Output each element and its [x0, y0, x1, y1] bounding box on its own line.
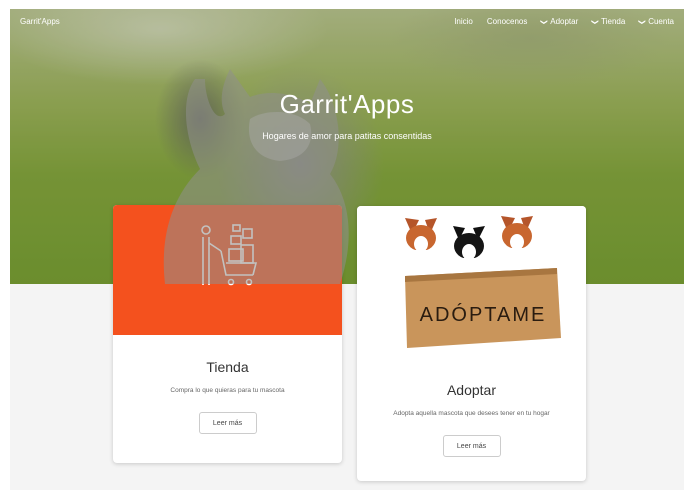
- card-title: Adoptar: [446, 382, 497, 398]
- brand-logo[interactable]: Garrit'Apps: [20, 17, 60, 26]
- nav-label: Inicio: [454, 17, 473, 26]
- chevron-down-icon: ❯: [540, 18, 548, 25]
- card-title: Tienda: [206, 359, 249, 375]
- hero-title: Garrit'Apps: [279, 89, 415, 119]
- nav-label: Adoptar: [550, 17, 579, 26]
- main-nav: Inicio Conocenos ❯ Adoptar ❯ Tienda ❯ Cuent…: [454, 17, 674, 26]
- adoptar-read-more-button[interactable]: Leer más: [442, 435, 501, 457]
- card-description: Adopta aquella mascota que desees tener …: [393, 410, 550, 417]
- nav-label: Tienda: [601, 17, 626, 26]
- page: Garrit'Apps Inicio Conocenos ❯ Adoptar ❯ T…: [10, 9, 684, 490]
- hero-banner: Garrit'Apps Inicio Conocenos ❯ Adoptar ❯ T…: [10, 9, 684, 284]
- kitten-image: [163, 69, 349, 284]
- tienda-read-more-button[interactable]: Leer más: [198, 412, 257, 434]
- nav-inicio[interactable]: Inicio: [454, 17, 473, 26]
- nav-cuenta[interactable]: ❯ Cuenta: [638, 17, 674, 26]
- box-label: ADÓPTAME: [420, 303, 547, 326]
- card-description: Compra lo que quieras para tu mascota: [170, 387, 285, 394]
- chevron-down-icon: ❯: [638, 18, 646, 25]
- nav-conocenos[interactable]: Conocenos: [487, 17, 527, 26]
- nav-label: Conocenos: [486, 17, 528, 26]
- nav-adoptar[interactable]: ❯ Adoptar: [540, 17, 579, 26]
- nav-tienda[interactable]: ❯ Tienda: [591, 17, 626, 26]
- nav-label: Cuenta: [648, 17, 674, 26]
- hero-subtitle: Hogares de amor para patitas consentidas: [262, 131, 432, 141]
- chevron-down-icon: ❯: [591, 18, 599, 25]
